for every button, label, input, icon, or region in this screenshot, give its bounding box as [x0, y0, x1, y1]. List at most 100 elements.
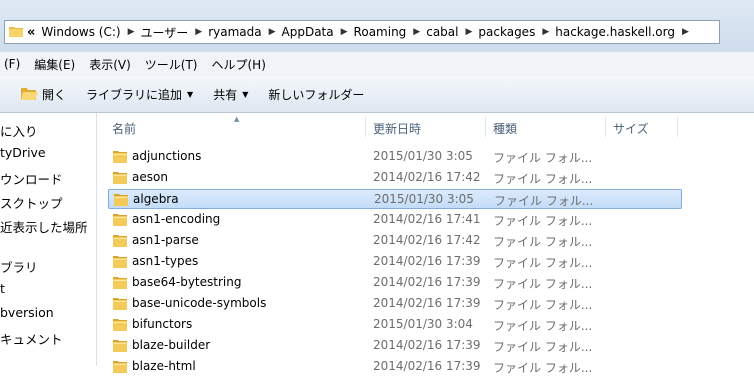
command-bar: 開く ライブラリに追加 ▼ 共有 ▼ 新しいフォルダー	[0, 76, 754, 113]
breadcrumb-arrow-icon[interactable]: ▶	[413, 27, 420, 37]
breadcrumb-item[interactable]: ryamada	[208, 25, 261, 39]
file-type: ファイル フォル...	[493, 361, 593, 375]
file-name: asn1-encoding	[132, 212, 221, 226]
breadcrumb-arrow-icon[interactable]: ▶	[195, 27, 202, 37]
address-bar[interactable]: « Windows (C:) ▶ ユーザー ▶ ryamada ▶ AppData ▶ Roam…	[4, 20, 720, 44]
file-modified: 2015/01/30 3:04	[373, 317, 473, 331]
sort-arrow-icon: ▲	[234, 115, 240, 123]
file-modified: 2014/02/16 17:42	[373, 233, 481, 247]
nav-item[interactable]: tyDrive	[0, 145, 46, 160]
breadcrumb-item[interactable]: AppData	[282, 25, 334, 39]
menu-item[interactable]: 表示(V)	[85, 56, 135, 73]
nav-item[interactable]: ウンロード	[0, 169, 63, 188]
new-folder-button[interactable]: 新しいフォルダー	[258, 81, 374, 107]
file-modified: 2014/02/16 17:39	[373, 254, 481, 268]
nav-item[interactable]: t	[0, 281, 5, 296]
menu-item[interactable]: 編集(E)	[30, 56, 79, 73]
breadcrumb-item[interactable]: packages	[478, 25, 535, 39]
open-folder-icon	[20, 86, 38, 103]
file-modified: 2014/02/16 17:39	[373, 275, 481, 289]
folder-icon	[113, 318, 127, 334]
navigation-pane: に入り tyDrive ウンロードスクトップ近表示した場所 ブラリ t bversion キ…	[0, 113, 97, 366]
file-name: blaze-builder	[132, 338, 211, 352]
file-name: aeson	[132, 170, 168, 184]
breadcrumb-arrow-icon[interactable]: ▶	[341, 27, 348, 37]
column-divider[interactable]	[677, 117, 678, 137]
file-modified: 2015/01/30 3:05	[373, 149, 473, 163]
file-row[interactable]: asn1-parse 2014/02/16 17:42 ファイル フォル...	[108, 231, 682, 251]
breadcrumb-arrow-icon[interactable]: ▶	[542, 27, 549, 37]
file-name: base-unicode-symbols	[132, 296, 267, 310]
file-name: asn1-types	[132, 254, 199, 268]
file-name: adjunctions	[132, 149, 202, 163]
nav-item[interactable]: ブラリ	[0, 257, 38, 276]
nav-item[interactable]: キュメント	[0, 329, 63, 348]
folder-icon	[9, 25, 23, 40]
nav-item[interactable]: スクトップ	[0, 193, 63, 212]
breadcrumb-item[interactable]: ユーザー	[141, 24, 189, 41]
breadcrumb-arrow-icon[interactable]: ▶	[465, 27, 472, 37]
column-divider[interactable]	[365, 117, 366, 137]
menu-item[interactable]: ツール(T)	[141, 56, 202, 73]
file-type: ファイル フォル...	[493, 172, 593, 186]
share-label: 共有	[213, 87, 238, 102]
menu-bar: (F) 編集(E) 表示(V) ツール(T) ヘルプ(H)	[0, 52, 754, 76]
column-divider[interactable]	[485, 117, 486, 137]
file-row[interactable]: algebra 2015/01/30 3:05 ファイル フォル...	[108, 189, 682, 209]
menu-item[interactable]: (F)	[0, 57, 24, 71]
dropdown-arrow-icon: ▼	[242, 89, 249, 99]
file-modified: 2014/02/16 17:42	[373, 170, 481, 184]
column-header-row: ▲ 名前 更新日時 種類 サイズ	[97, 113, 754, 141]
add-to-library-button[interactable]: ライブラリに追加 ▼	[76, 81, 203, 107]
nav-item[interactable]: 近表示した場所	[0, 217, 88, 236]
breadcrumb-item[interactable]: hackage.haskell.org	[555, 25, 675, 39]
file-type: ファイル フォル...	[493, 151, 593, 165]
overflow-chevron[interactable]: «	[27, 25, 35, 40]
folder-icon	[114, 193, 128, 209]
file-row[interactable]: adjunctions 2015/01/30 3:05 ファイル フォル...	[108, 147, 682, 167]
file-row[interactable]: base64-bytestring 2014/02/16 17:39 ファイル フォ…	[108, 273, 682, 293]
nav-item[interactable]: bversion	[0, 305, 54, 320]
folder-icon	[113, 150, 127, 166]
breadcrumb-item[interactable]: Roaming	[354, 25, 407, 39]
breadcrumb-arrow-icon[interactable]: ▶	[128, 27, 135, 37]
dropdown-arrow-icon: ▼	[187, 89, 194, 99]
breadcrumb-arrow-icon[interactable]: ▶	[269, 27, 276, 37]
column-header-name[interactable]: 名前	[112, 120, 136, 137]
nav-item[interactable]: に入り	[0, 121, 38, 140]
column-header-size[interactable]: サイズ	[613, 120, 649, 137]
breadcrumb-arrow-icon[interactable]: ▶	[682, 27, 689, 37]
file-modified: 2014/02/16 17:41	[373, 212, 481, 226]
file-row[interactable]: asn1-types 2014/02/16 17:39 ファイル フォル...	[108, 252, 682, 272]
file-type: ファイル フォル...	[493, 277, 593, 291]
add-to-library-label: ライブラリに追加	[86, 87, 183, 102]
folder-icon	[113, 360, 127, 376]
file-row[interactable]: bifunctors 2015/01/30 3:04 ファイル フォル...	[108, 315, 682, 335]
new-folder-label: 新しいフォルダー	[268, 87, 365, 102]
menu-item[interactable]: ヘルプ(H)	[208, 56, 270, 73]
file-name: base64-bytestring	[132, 275, 242, 289]
folder-icon	[113, 297, 127, 313]
breadcrumb-item[interactable]: cabal	[426, 25, 458, 39]
column-header-modified[interactable]: 更新日時	[373, 120, 421, 137]
file-row[interactable]: blaze-html 2014/02/16 17:39 ファイル フォル...	[108, 357, 682, 377]
file-modified: 2015/01/30 3:05	[374, 192, 474, 206]
share-button[interactable]: 共有 ▼	[203, 81, 258, 107]
address-bar-area: « Windows (C:) ▶ ユーザー ▶ ryamada ▶ AppData ▶ Roam…	[0, 0, 754, 52]
file-row[interactable]: aeson 2014/02/16 17:42 ファイル フォル...	[108, 168, 682, 188]
file-row[interactable]: asn1-encoding 2014/02/16 17:41 ファイル フォル...	[108, 210, 682, 230]
file-row[interactable]: blaze-builder 2014/02/16 17:39 ファイル フォル...	[108, 336, 682, 356]
column-header-type[interactable]: 種類	[493, 120, 517, 137]
folder-icon	[113, 234, 127, 250]
breadcrumb-item[interactable]: Windows (C:)	[41, 25, 120, 39]
file-type: ファイル フォル...	[493, 298, 593, 312]
folder-icon	[113, 276, 127, 292]
file-name: asn1-parse	[132, 233, 199, 247]
file-modified: 2014/02/16 17:39	[373, 359, 481, 373]
open-button[interactable]: 開く	[0, 81, 76, 107]
file-name: bifunctors	[132, 317, 193, 331]
file-type: ファイル フォル...	[494, 194, 594, 208]
file-row[interactable]: base-unicode-symbols 2014/02/16 17:39 ファイル…	[108, 294, 682, 314]
file-type: ファイル フォル...	[493, 214, 593, 228]
column-divider[interactable]	[605, 117, 606, 137]
